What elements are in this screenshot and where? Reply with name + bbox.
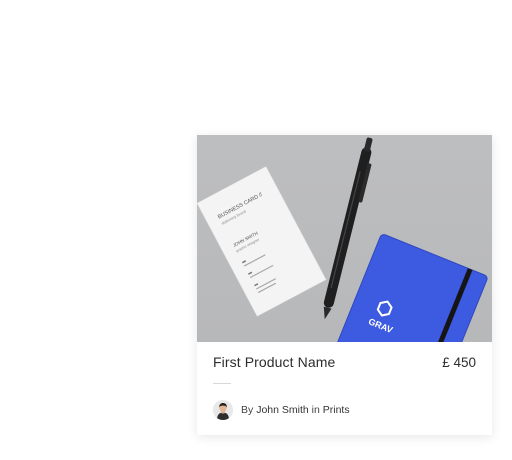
product-title[interactable]: First Product Name — [213, 354, 335, 370]
byline: By John Smith in Prints — [241, 404, 350, 416]
author-link[interactable]: John Smith — [256, 404, 309, 416]
notebook-mockup: GRAV — [333, 234, 488, 342]
byline-by: By — [241, 404, 254, 416]
author-row: By John Smith in Prints — [213, 400, 476, 420]
card-body: First Product Name £ 450 By John Smith i… — [197, 342, 492, 420]
product-card[interactable]: BUSINESS CARD // stationery brand JOHN S… — [197, 135, 492, 435]
avatar-portrait-icon — [213, 400, 233, 420]
mockup-illustration: BUSINESS CARD // stationery brand JOHN S… — [197, 137, 488, 342]
category-link[interactable]: Prints — [323, 404, 350, 416]
avatar[interactable] — [213, 400, 233, 420]
product-price: £ 450 — [442, 355, 476, 370]
business-card-mockup: BUSINESS CARD // stationery brand JOHN S… — [197, 166, 327, 317]
product-image[interactable]: BUSINESS CARD // stationery brand JOHN S… — [197, 135, 492, 342]
divider — [213, 383, 231, 384]
title-row: First Product Name £ 450 — [213, 342, 476, 370]
byline-in: in — [311, 404, 320, 416]
